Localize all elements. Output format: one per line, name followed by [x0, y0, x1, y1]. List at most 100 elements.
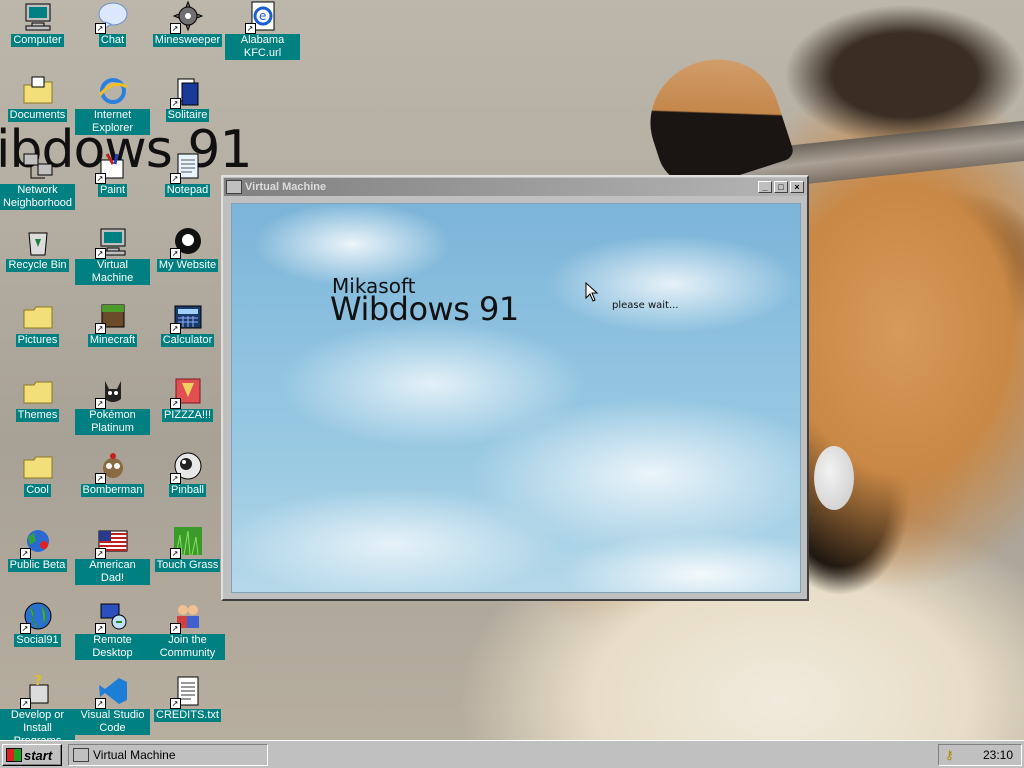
remote-desktop-icon: ↗ [94, 600, 129, 634]
start-button[interactable]: start [2, 744, 62, 766]
shortcut-arrow-icon: ↗ [94, 548, 106, 559]
desktop-icon-minecraft[interactable]: ↗ Minecraft [75, 300, 150, 347]
desktop-icon-join-the-community[interactable]: ↗ Join the Community [150, 600, 225, 660]
taskbar-item-label: Virtual Machine [93, 748, 176, 762]
public-beta-icon: ↗ [19, 525, 54, 559]
desktop-icon-network-neighborhood[interactable]: Network Neighborhood [0, 150, 75, 210]
pokemon-icon: ↗ [94, 375, 129, 409]
vm-screen[interactable]: Mikasoft Wibdows 91 please wait... [231, 203, 801, 593]
desktop[interactable]: ibdows 91 Computer ↗ Chat ↗ Minesweeper e ↗ Ala… [0, 0, 1024, 740]
shortcut-arrow-icon: ↗ [169, 473, 181, 484]
desktop-icon-american-dad[interactable]: ↗ American Dad! [75, 525, 150, 585]
desktop-icon-my-website[interactable]: ↗ My Website [150, 225, 225, 272]
desktop-icon-label: Network Neighborhood [0, 184, 75, 210]
desktop-icon-remote-desktop[interactable]: ↗ Remote Desktop [75, 600, 150, 660]
desktop-icon-label: CREDITS.txt [154, 709, 221, 722]
desktop-icon-visual-studio-code[interactable]: ↗ Visual Studio Code [75, 675, 150, 735]
close-button[interactable]: × [790, 181, 804, 193]
desktop-icon-label: Pokémon Platinum [75, 409, 150, 435]
desktop-icon-recycle-bin[interactable]: Recycle Bin [0, 225, 75, 272]
folder-icon [22, 300, 54, 332]
desktop-icon-label: Internet Explorer [75, 109, 150, 135]
calculator-icon: ↗ [169, 300, 204, 334]
desktop-icon-pinball[interactable]: ↗ Pinball [150, 450, 225, 497]
shortcut-arrow-icon: ↗ [169, 623, 181, 634]
shortcut-arrow-icon: ↗ [169, 398, 181, 409]
desktop-icon-social91[interactable]: ↗ Social91 [0, 600, 75, 647]
desktop-icon-internet-explorer[interactable]: Internet Explorer [75, 75, 150, 135]
desktop-icon-label: Remote Desktop [75, 634, 150, 660]
desktop-icon-public-beta[interactable]: ↗ Public Beta [0, 525, 75, 572]
maximize-button[interactable]: □ [774, 181, 788, 193]
start-label: start [24, 747, 53, 763]
desktop-icon-minesweeper[interactable]: ↗ Minesweeper [150, 0, 225, 47]
desktop-icon-paint[interactable]: ↗ Paint [75, 150, 150, 197]
network-icon [22, 150, 54, 182]
key-icon[interactable]: ⚷ [945, 748, 954, 762]
desktop-icon-label: Minesweeper [152, 34, 223, 47]
shortcut-arrow-icon: ↗ [169, 548, 181, 559]
chat-bubble-icon: ↗ [94, 0, 129, 34]
minecraft-icon: ↗ [94, 300, 129, 334]
taskbar-item-virtual-machine[interactable]: Virtual Machine [68, 744, 268, 766]
shortcut-arrow-icon: ↗ [169, 23, 181, 34]
community-icon: ↗ [169, 600, 204, 634]
desktop-icon-cool[interactable]: Cool [0, 450, 75, 497]
desktop-icon-label: Calculator [160, 334, 215, 347]
clock[interactable]: 23:10 [983, 748, 1013, 762]
shortcut-arrow-icon: ↗ [169, 698, 181, 709]
internet-shortcut-icon: e ↗ [244, 0, 279, 34]
desktop-icon-label: Public Beta [7, 559, 68, 572]
shortcut-arrow-icon: ↗ [94, 23, 106, 34]
desktop-icon-credits-txt[interactable]: ↗ CREDITS.txt [150, 675, 225, 722]
desktop-icon-themes[interactable]: Themes [0, 375, 75, 422]
taskbar: start Virtual Machine ⚷ 23:10 [0, 740, 1024, 768]
window-titlebar[interactable]: Virtual Machine _ □ × [224, 178, 806, 196]
desktop-icon-notepad[interactable]: ↗ Notepad [150, 150, 225, 197]
desktop-icon-chat[interactable]: ↗ Chat [75, 0, 150, 47]
desktop-icon-label: Paint [97, 184, 128, 197]
virtual-machine-window[interactable]: Virtual Machine _ □ × Mikasoft Wibdows 9… [221, 175, 809, 601]
develop-icon: ? ↗ [19, 673, 54, 709]
desktop-icon-develop-or-install-programs[interactable]: ?↗Develop or Install Programs [0, 673, 75, 740]
shortcut-arrow-icon: ↗ [244, 23, 256, 34]
desktop-icon-bomberman[interactable]: ↗ Bomberman [75, 450, 150, 497]
desktop-icon-pizzza[interactable]: ↗ PIZZZA!!! [150, 375, 225, 422]
desktop-icon-label: Virtual Machine [75, 259, 150, 285]
computer-icon: ↗ [94, 225, 129, 259]
shortcut-arrow-icon: ↗ [94, 398, 106, 409]
vm-status-text: please wait... [612, 300, 679, 311]
svg-text:e: e [259, 9, 266, 23]
desktop-icon-virtual-machine[interactable]: ↗ Virtual Machine [75, 225, 150, 285]
desktop-icon-solitaire[interactable]: ↗ Solitaire [150, 75, 225, 122]
bomberman-icon: ↗ [94, 450, 129, 484]
desktop-icon-pictures[interactable]: Pictures [0, 300, 75, 347]
desktop-icon-label: Themes [15, 409, 60, 422]
computer-icon [226, 180, 242, 194]
desktop-icon-label: Cool [24, 484, 51, 497]
desktop-icon-computer[interactable]: Computer [0, 0, 75, 47]
computer-icon [73, 748, 89, 762]
desktop-icon-label: Social91 [14, 634, 61, 647]
shortcut-arrow-icon: ↗ [169, 98, 181, 109]
desktop-icon-calculator[interactable]: ↗ Calculator [150, 300, 225, 347]
desktop-icon-label: PIZZZA!!! [161, 409, 214, 422]
desktop-icon-label: My Website [156, 259, 219, 272]
computer-icon [22, 0, 54, 32]
desktop-icon-label: Visual Studio Code [75, 709, 150, 735]
svg-text:?: ? [34, 675, 42, 689]
wallpaper-eye [814, 446, 854, 510]
text-file-icon: ↗ [169, 675, 204, 709]
desktop-icon-pok-mon-platinum[interactable]: ↗ Pokémon Platinum [75, 375, 150, 435]
desktop-icon-touch-grass[interactable]: ↗ Touch Grass [150, 525, 225, 572]
desktop-icon-label: Documents [7, 109, 68, 122]
desktop-icon-alabama-kfc-url[interactable]: e ↗ Alabama KFC.url [225, 0, 300, 60]
shortcut-arrow-icon: ↗ [94, 473, 106, 484]
desktop-icon-label: Recycle Bin [6, 259, 69, 272]
recycle-bin-icon [22, 225, 54, 257]
desktop-icon-label: Develop or Install Programs [0, 709, 75, 740]
minimize-button[interactable]: _ [758, 181, 772, 193]
pinball-icon: ↗ [169, 450, 204, 484]
desktop-icon-documents[interactable]: Documents [0, 75, 75, 122]
shortcut-arrow-icon: ↗ [94, 173, 106, 184]
